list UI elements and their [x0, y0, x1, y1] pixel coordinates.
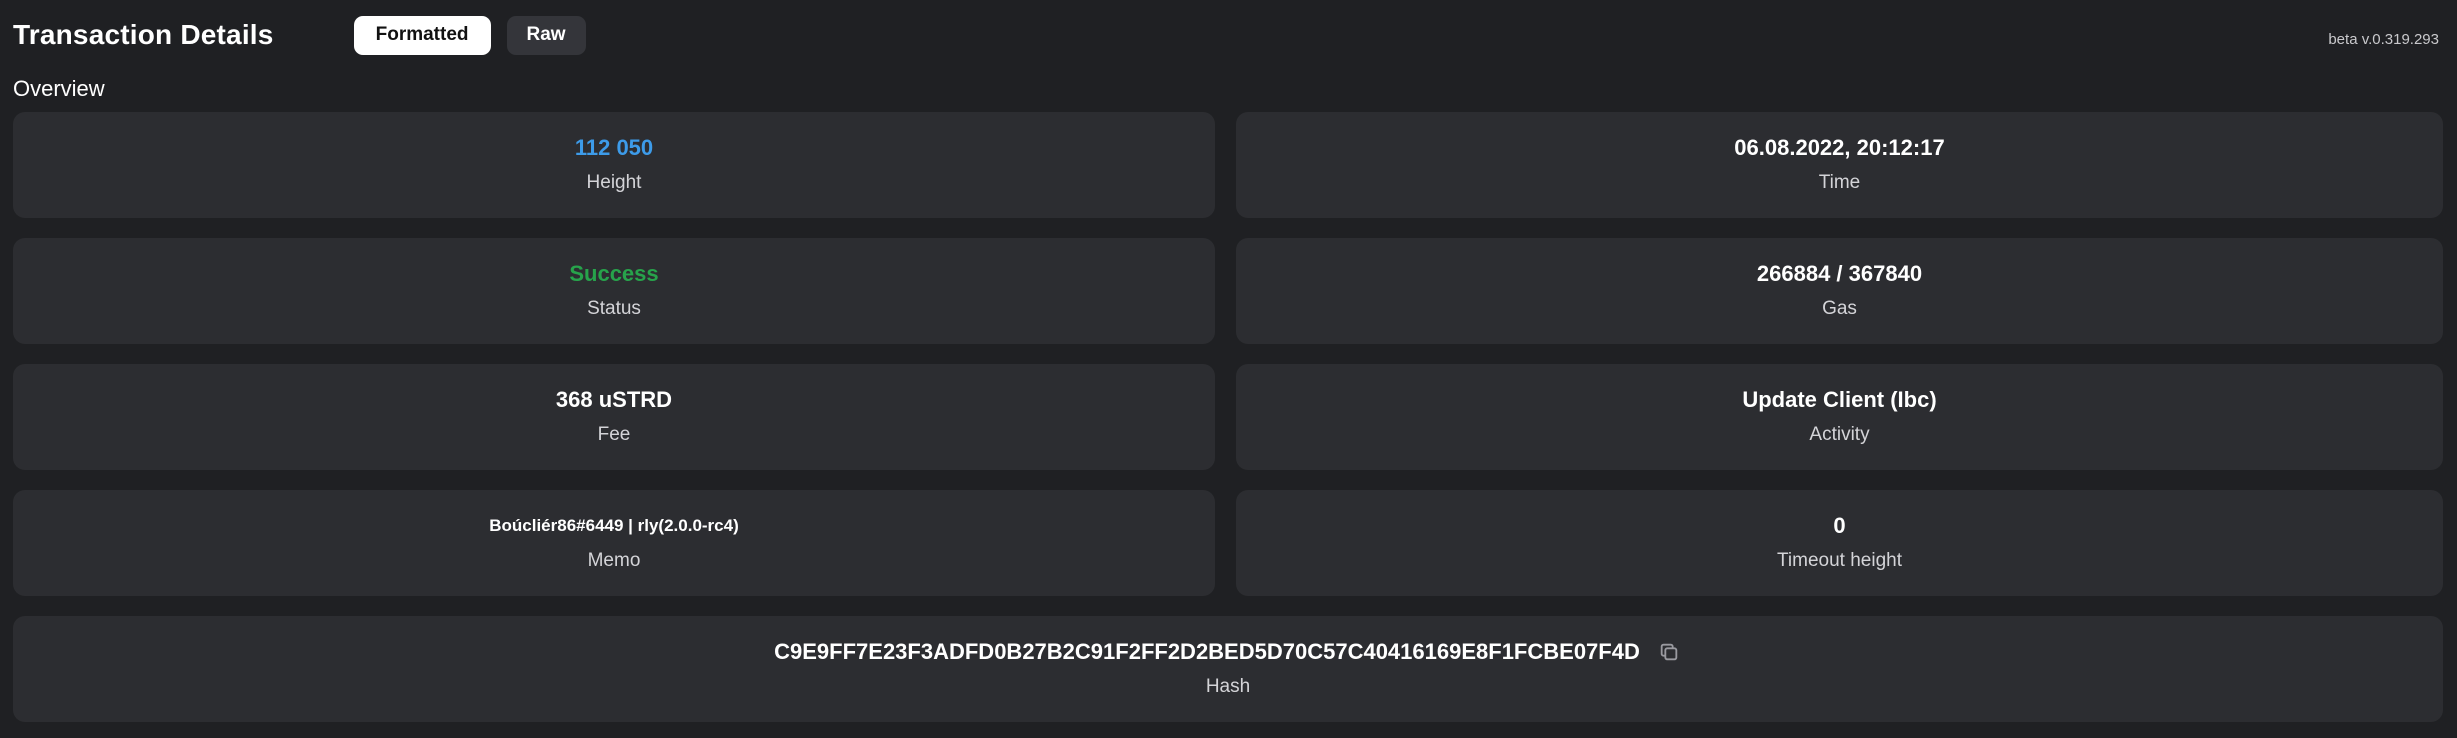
activity-value: Update Client (Ibc) — [1742, 387, 1937, 412]
gas-value: 266884 / 367840 — [1756, 261, 1923, 286]
header: Transaction Details Formatted Raw — [13, 14, 586, 56]
height-value[interactable]: 112 050 — [575, 133, 653, 163]
timeout-height-label: Timeout height — [1777, 550, 1902, 571]
activity-label: Activity — [1809, 424, 1870, 445]
memo-card: Boúcliér86#6449 | rly(2.0.0-rc4) Memo — [13, 490, 1215, 596]
tab-formatted[interactable]: Formatted — [353, 15, 491, 55]
fee-card: 368 uSTRD Fee — [13, 364, 1215, 470]
timeout-height-value: 0 — [1833, 513, 1846, 538]
overview-heading: Overview — [13, 76, 105, 101]
time-value: 06.08.2022, 20:12:17 — [1734, 135, 1945, 160]
hash-row: C9E9FF7E23F3ADFD0B27B2C91F2FF2D2BED5D70C… — [774, 637, 1682, 667]
transaction-details-page: Transaction Details Formatted Raw beta v… — [0, 0, 2457, 738]
gas-label: Gas — [1822, 298, 1857, 319]
page-title: Transaction Details — [13, 19, 274, 50]
status-card: Success Status — [13, 238, 1215, 344]
hash-label: Hash — [1205, 676, 1251, 697]
status-label: Status — [587, 298, 641, 319]
timeout-height-card: 0 Timeout height — [1236, 490, 2443, 596]
copy-icon[interactable] — [1656, 639, 1682, 665]
version-label: beta v.0.319.293 — [2328, 31, 2439, 48]
hash-card: C9E9FF7E23F3ADFD0B27B2C91F2FF2D2BED5D70C… — [13, 616, 2443, 722]
fee-value: 368 uSTRD — [555, 387, 673, 412]
memo-label: Memo — [587, 550, 641, 571]
activity-card: Update Client (Ibc) Activity — [1236, 364, 2443, 470]
gas-card: 266884 / 367840 Gas — [1236, 238, 2443, 344]
time-label: Time — [1818, 172, 1861, 193]
memo-value: Boúcliér86#6449 | rly(2.0.0-rc4) — [489, 516, 739, 535]
height-card: 112 050 Height — [13, 112, 1215, 218]
status-value: Success — [569, 261, 659, 286]
tab-raw[interactable]: Raw — [506, 15, 586, 55]
hash-value: C9E9FF7E23F3ADFD0B27B2C91F2FF2D2BED5D70C… — [774, 639, 1640, 664]
fee-label: Fee — [597, 424, 631, 445]
height-label: Height — [586, 172, 642, 193]
time-card: 06.08.2022, 20:12:17 Time — [1236, 112, 2443, 218]
view-toggle: Formatted Raw — [353, 15, 586, 55]
